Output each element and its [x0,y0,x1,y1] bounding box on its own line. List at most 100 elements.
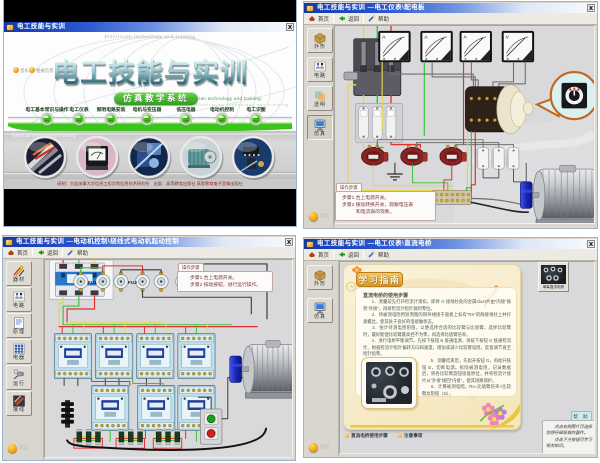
monitor-icon [313,301,327,314]
help-button[interactable]: 帮助 [63,248,92,258]
exit-mascot-icon[interactable] [8,444,17,453]
window-splash: 电工技能与实训 x Electrician technology and tra… [3,0,297,227]
sidebar-button-4[interactable]: 仿真 [307,115,333,140]
thumb-knobs [541,265,566,284]
toolbar: 首页 返回 帮助 [3,247,295,259]
help-icon [67,249,75,256]
box-icon [313,31,327,44]
sidebar-button-2[interactable]: 电路 [307,57,333,82]
exit-label: 退出 [320,444,329,450]
wires-icon [12,394,26,407]
steps-note: 步骤1 合上电源开关。 步骤2 按动按钮，进行运行操作。 [177,271,273,292]
window-motor-sim: 电工技能与实训 —电动机控制\绕线式电动机起动控制 x 首页 返回 帮助 器材电… [2,235,296,461]
back-arrow-icon [338,251,346,258]
sidebar: 外形电路透明仿真 [304,25,334,228]
help-button[interactable]: 帮助 [364,14,393,24]
bridge-photo[interactable] [361,357,417,409]
home-button[interactable]: 首页 [304,250,333,260]
help-button[interactable]: 帮助 [364,250,393,260]
help-icon [368,15,376,22]
toolbar: 首页 返回 帮助 [304,249,597,261]
steps-note: 步骤1 合上电源开关。 步骤2 拨动转换开关，观察电压表 和电流表的现象。 [335,191,436,221]
guide-heading: 直流电桥的使用步骤 [363,292,408,299]
thumbnail-bridge[interactable]: 单臂直流电桥 [538,262,569,292]
back-button[interactable]: 返回 [33,248,62,258]
titlebar-meter-sim[interactable]: 电工技能与实训 —电工仪表\配电板 x [304,3,597,13]
titlebar-splash[interactable]: 电工技能与实训 x [4,22,296,32]
home-icon [308,15,316,22]
window-title: 电工技能与实训 [17,22,65,32]
monitor-icon [313,118,327,131]
window-meter-sim: 电工技能与实训 —电工仪表\配电板 x 首页 返回 帮助 外形电路透明仿真 AA… [303,1,598,229]
steps-tab: 操作步骤 [336,183,362,191]
titlebar-motor-sim[interactable]: 电工技能与实训 —电动机控制\绕线式电动机起动控制 x [3,237,295,247]
guide-paragraphs-top: 1．测量前先打开检流计锁扣，即将 G 接线柱处的金属short片由“内接”拨到“… [363,299,511,358]
close-icon[interactable]: x [587,4,595,12]
close-icon[interactable]: x [285,238,293,246]
splash-body: Electrician technology and training 音乐 相… [4,32,296,189]
composite-screenshot-grid: 电工技能与实训 x Electrician technology and tra… [0,0,600,463]
tools-icon [12,264,26,277]
window-title: 电工技能与实训 —电工仪表\配电板 [317,3,425,13]
app-icon [307,6,313,11]
home-button[interactable]: 首页 [3,248,32,258]
exit-label: 退出 [320,213,329,219]
back-button[interactable]: 返回 [334,14,363,24]
window-guide: 电工技能与实训 —电工仪表\直流电桥 x 首页 返回 帮助 外形仿真 学习指南 … [303,237,598,458]
link-steps[interactable]: 直流电桥使用步骤 [351,433,388,439]
credits-line: 研制：大连海事大学信息工程学院信息技术研究所 出版：高等教育出版社 高等教育电子… [4,181,296,187]
home-icon [7,249,15,256]
window-title: 电工技能与实训 —电动机控制\绕线式电动机起动控制 [16,237,179,247]
home-button[interactable]: 首页 [304,14,333,24]
box-icon [313,268,327,281]
toolbar: 首页 返回 帮助 [304,13,597,25]
sidebar-button-2[interactable]: 电路 [6,287,32,312]
sim-canvas: FU1 FU2 操作步骤 步骤1 合上电源开关。 步骤2 按动按钮，进行运行操作。 [44,259,293,458]
close-icon[interactable]: x [286,23,294,31]
sim-canvas: AAAV 操作步骤 步骤1 合上电源开关。 步骤2 拨动转换开关，观察电压表 和… [334,25,595,224]
guide-badge: 学习指南 [356,272,403,287]
sidebar-button-4[interactable]: 电器 [6,339,32,364]
sidebar-button-2[interactable]: 仿真 [307,298,333,323]
close-icon[interactable]: x [587,240,595,248]
sidebar: 器材电路原理电器运行接线 [3,259,44,460]
svg-text:FU2: FU2 [128,280,138,286]
sidebar-button-6[interactable]: 接线 [6,391,32,416]
exit-mascot-icon[interactable] [309,212,318,221]
help-icon [368,251,376,258]
help-note: 点击右侧图片可选择您想仔细观察的器件。 点击下方按钮可学习相关知识。 [542,420,595,454]
back-arrow-icon [37,249,45,256]
guide-paragraphs-bottom: 5．测量结束后，先松开按钮 G，再松开按钮 B，切断电源。拆除被测电阻，记录数据… [422,358,511,397]
app-icon [307,242,313,247]
back-arrow-icon [338,15,346,22]
home-icon [308,251,316,258]
sidebar-button-5[interactable]: 运行 [6,365,32,390]
back-button[interactable]: 返回 [334,250,363,260]
steps-tab: 操作步骤 [178,263,204,271]
help-tab[interactable]: 帮 助 [571,411,592,420]
guide-canvas: 学习指南 直流电桥的使用步骤 1．测量前先打开检流计锁扣，即将 G 接线柱处的金… [339,261,595,454]
exit-mascot-icon[interactable] [309,443,318,452]
sidebar-button-1[interactable]: 外形 [307,28,333,53]
transparent-icon [313,89,327,102]
app-icon [6,240,12,245]
sidebar-button-1[interactable]: 器材 [6,261,32,286]
sidebar: 外形仿真 [304,261,339,457]
sidebar-button-3[interactable]: 原理 [6,313,32,338]
schematic-icon [313,60,327,73]
schematic-icon [12,290,26,303]
doc-icon [12,316,26,329]
sidebar-button-3[interactable]: 透明 [307,86,333,111]
link-cautions[interactable]: 注意事项 [404,433,422,439]
app-icon [7,25,13,30]
dots-icon [12,342,26,355]
splash-graphics: Electrician technology and training [4,32,296,189]
plug-icon [12,368,26,381]
guide-page: 学习指南 直流电桥的使用步骤 1．测量前先打开检流计锁扣，即将 G 接线柱处的金… [343,264,521,430]
window-title: 电工技能与实训 —电工仪表\直流电桥 [317,239,432,249]
bullet-icon [345,434,349,438]
svg-text:FU1: FU1 [88,280,98,286]
titlebar-guide[interactable]: 电工技能与实训 —电工仪表\直流电桥 x [304,239,597,249]
bridge-knobs [366,362,414,406]
sidebar-button-1[interactable]: 外形 [307,265,333,290]
